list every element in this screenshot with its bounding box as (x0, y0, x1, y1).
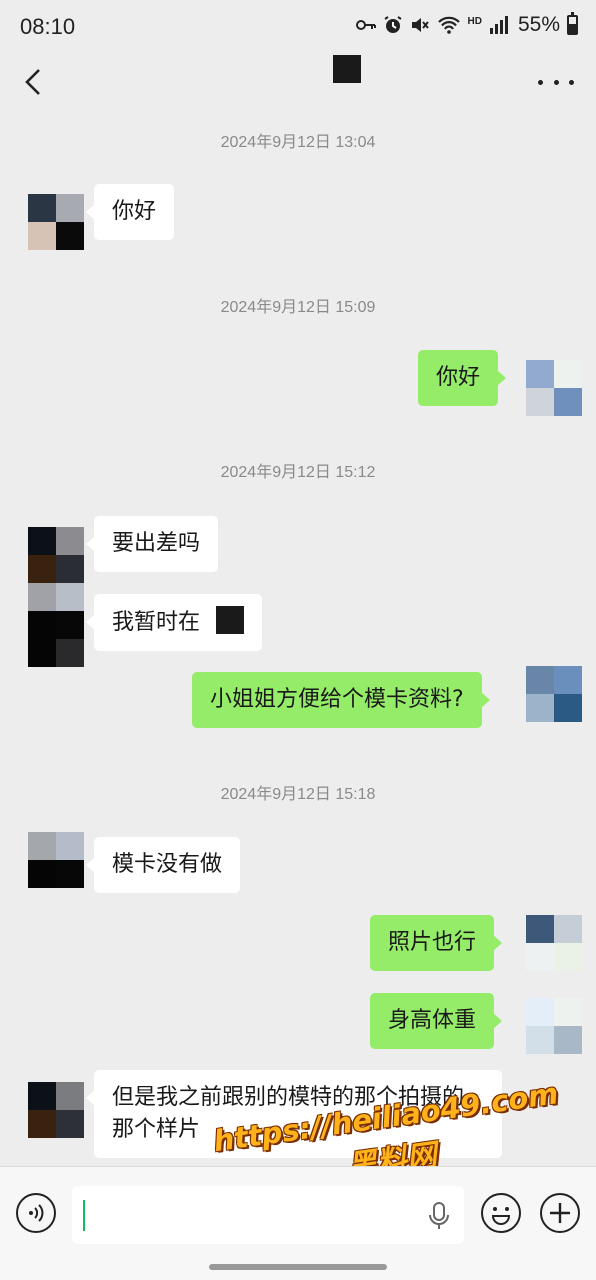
contact-avatar[interactable] (28, 583, 84, 667)
battery-icon (567, 12, 578, 35)
more-icon[interactable] (538, 72, 574, 92)
outgoing-message[interactable]: 身高体重 (370, 993, 503, 1049)
incoming-message[interactable]: 我暂时在 (85, 594, 263, 651)
network-type: HD (467, 15, 482, 27)
status-time: 08:10 (20, 14, 76, 39)
timestamp: 2024年9月12日 15:09 (220, 299, 376, 316)
alarm-icon (383, 15, 403, 35)
timestamp: 2024年9月12日 15:12 (220, 464, 376, 481)
home-indicator[interactable] (209, 1264, 387, 1270)
outgoing-message[interactable]: 你好 (418, 350, 507, 406)
voice-icon[interactable] (16, 1193, 56, 1233)
incoming-message[interactable]: 要出差吗 (85, 516, 219, 572)
my-avatar[interactable] (526, 998, 582, 1054)
status-icons: HD 55% (355, 12, 578, 37)
outgoing-message[interactable]: 小姐姐方便给个模卡资料? (192, 672, 490, 728)
status-bar: 08:10 HD 55% (0, 0, 596, 54)
incoming-message[interactable]: 模卡没有做 (85, 837, 241, 893)
incoming-message[interactable]: 但是我之前跟别的模特的那个拍摄的那个样片 (86, 1070, 502, 1158)
message-input[interactable] (72, 1186, 464, 1244)
my-avatar[interactable] (526, 666, 582, 722)
signal-icon (489, 15, 509, 35)
contact-avatar[interactable] (28, 832, 84, 888)
chat-header (0, 54, 596, 110)
plus-icon[interactable] (540, 1193, 580, 1233)
input-bar (0, 1166, 596, 1280)
contact-avatar[interactable] (28, 527, 84, 583)
mute-icon (410, 15, 430, 35)
my-avatar[interactable] (526, 360, 582, 416)
incoming-message[interactable]: 你好 (85, 184, 175, 240)
outgoing-message[interactable]: 照片也行 (370, 915, 503, 971)
key-icon (355, 15, 376, 35)
contact-name-redacted (333, 55, 361, 83)
text-caret (83, 1200, 85, 1231)
contact-avatar[interactable] (28, 1082, 84, 1138)
timestamp: 2024年9月12日 15:18 (220, 786, 376, 803)
message-text: 我暂时在 (112, 610, 201, 635)
mic-icon[interactable] (428, 1201, 450, 1231)
redaction-box (216, 606, 245, 634)
battery-percent: 55% (517, 13, 560, 36)
wifi-icon (437, 15, 461, 35)
contact-avatar[interactable] (28, 194, 84, 250)
my-avatar[interactable] (526, 915, 582, 971)
back-icon[interactable] (18, 64, 54, 100)
timestamp: 2024年9月12日 13:04 (220, 134, 376, 151)
battery-fill (569, 24, 576, 33)
emoji-icon[interactable] (481, 1193, 521, 1233)
